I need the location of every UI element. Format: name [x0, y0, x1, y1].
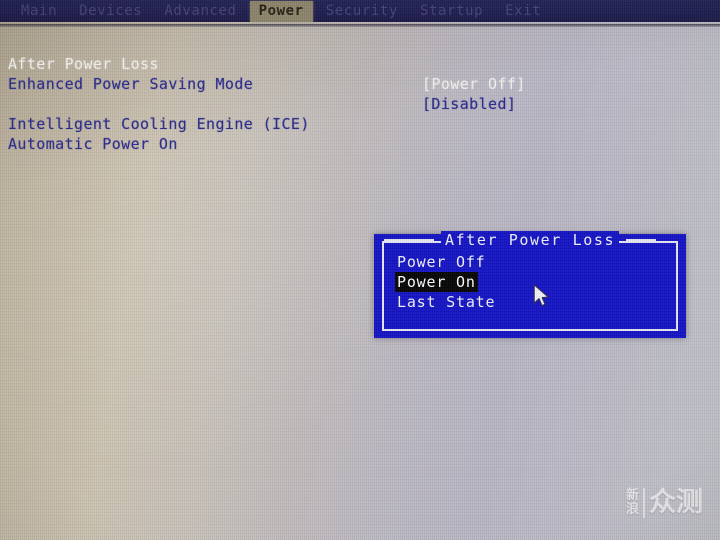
watermark-divider: [643, 488, 646, 518]
dialog-option-power-on[interactable]: Power On: [395, 272, 478, 292]
setting-row-enhanced-power-saving-mode[interactable]: Enhanced Power Saving Mode [Disabled]: [0, 54, 720, 113]
setting-row-spacer: [0, 74, 720, 94]
dialog-title-bar: After Power Loss: [384, 231, 676, 249]
after-power-loss-dialog[interactable]: After Power Loss Power Off Power On Last…: [374, 231, 686, 338]
dialog-option-power-off[interactable]: Power Off: [395, 252, 487, 272]
tab-power[interactable]: Power: [249, 0, 313, 22]
tab-advanced[interactable]: Advanced: [155, 1, 245, 22]
tab-startup[interactable]: Startup: [411, 1, 492, 22]
dialog-title-dash-left: [384, 239, 434, 241]
sina-zhongce-watermark: 新 浪 众测: [626, 488, 703, 518]
dialog-title-dash-right: [626, 239, 657, 241]
setting-row-after-power-loss[interactable]: After Power Loss [Power Off]: [0, 34, 720, 93]
watermark-small-line1: 新: [626, 488, 640, 503]
tab-security[interactable]: Security: [317, 1, 407, 22]
tab-main[interactable]: Main: [12, 1, 66, 22]
watermark-small-text: 新 浪: [626, 489, 643, 517]
bios-menu-bar: Main Devices Advanced Power Security Sta…: [0, 0, 720, 27]
dialog-option-last-state[interactable]: Last State: [395, 292, 497, 312]
bios-setup-screen: Main Devices Advanced Power Security Sta…: [0, 0, 720, 540]
tab-exit[interactable]: Exit: [496, 1, 550, 22]
setting-row-automatic-power-on[interactable]: Automatic Power On: [0, 114, 720, 153]
setting-label-automatic-power-on: Automatic Power On: [8, 135, 178, 153]
tab-devices[interactable]: Devices: [70, 1, 151, 22]
watermark-small-line2: 浪: [626, 502, 640, 517]
mouse-pointer-arrow-icon: [533, 284, 551, 310]
dialog-title-text: After Power Loss: [441, 231, 620, 249]
watermark-large-text: 众测: [649, 487, 704, 518]
power-settings-list: After Power Loss [Power Off] Enhanced Po…: [0, 34, 720, 153]
setting-row-intelligent-cooling-engine[interactable]: Intelligent Cooling Engine (ICE): [0, 94, 720, 133]
